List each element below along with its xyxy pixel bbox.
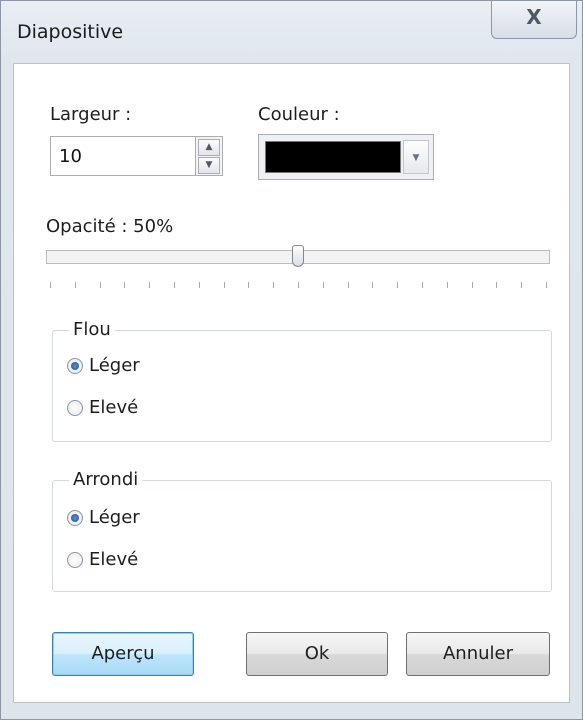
stepper-up-button[interactable]: ▲ — [198, 139, 220, 156]
slider-tick — [50, 282, 51, 288]
preview-button[interactable]: Aperçu — [52, 632, 194, 676]
slider-tick — [273, 282, 275, 288]
close-icon: X — [526, 5, 542, 29]
color-swatch — [265, 141, 401, 173]
radio-button[interactable] — [67, 358, 83, 374]
radio-button[interactable] — [67, 552, 83, 568]
radio-label: Elevé — [89, 397, 139, 418]
ok-button[interactable]: Ok — [246, 632, 388, 676]
slider-tick — [223, 282, 225, 288]
opacity-slider-thumb[interactable] — [292, 245, 304, 267]
opacity-slider-ticks — [50, 282, 550, 290]
slider-tick — [74, 282, 76, 288]
chevron-up-icon: ▲ — [205, 142, 213, 152]
slider-tick — [372, 282, 374, 288]
chevron-down-icon: ▼ — [412, 153, 420, 163]
radio-label: Léger — [89, 355, 140, 376]
slider-tick — [471, 282, 473, 288]
width-input[interactable] — [50, 136, 210, 176]
slider-tick — [446, 282, 448, 288]
rounding-legend: Arrondi — [69, 469, 143, 490]
width-stepper[interactable]: ▲ ▼ — [195, 136, 223, 176]
color-dropdown[interactable]: ▼ — [258, 134, 434, 180]
slider-tick — [198, 282, 200, 288]
slider-tick — [99, 282, 101, 288]
slider-tick — [496, 282, 498, 288]
radio-button[interactable] — [67, 510, 83, 526]
radio-label: Léger — [89, 507, 140, 528]
slider-tick — [298, 282, 299, 288]
slider-tick — [422, 282, 423, 288]
chevron-down-icon: ▼ — [205, 160, 213, 170]
dialog-content: Largeur : ▲ ▼ Couleur : ▼ Opacité : 50% … — [13, 63, 570, 703]
dropdown-arrow-button[interactable]: ▼ — [403, 140, 429, 174]
window-title: Diapositive — [17, 21, 124, 43]
slider-tick — [322, 282, 324, 288]
color-label: Couleur : — [258, 104, 340, 125]
slider-tick — [124, 282, 126, 288]
slider-tick — [521, 282, 523, 288]
slider-tick — [149, 282, 151, 288]
slider-tick — [248, 282, 250, 288]
radio-label: Elevé — [89, 549, 139, 570]
title-bar[interactable]: Diapositive X — [1, 1, 582, 57]
opacity-label: Opacité : 50% — [46, 216, 174, 237]
slider-tick — [397, 282, 399, 288]
dialog-window: Diapositive X Largeur : ▲ ▼ Couleur : ▼ … — [0, 0, 583, 720]
close-button[interactable]: X — [491, 1, 577, 39]
slider-tick — [546, 282, 547, 288]
width-label: Largeur : — [50, 104, 132, 125]
rounding-groupbox: Arrondi Léger Elevé — [52, 469, 552, 592]
radio-button[interactable] — [67, 400, 83, 416]
blur-legend: Flou — [69, 319, 115, 340]
slider-tick — [174, 282, 175, 288]
cancel-button[interactable]: Annuler — [406, 632, 550, 676]
stepper-down-button[interactable]: ▼ — [198, 157, 220, 174]
slider-tick — [347, 282, 349, 288]
blur-groupbox: Flou Léger Elevé — [52, 319, 552, 442]
